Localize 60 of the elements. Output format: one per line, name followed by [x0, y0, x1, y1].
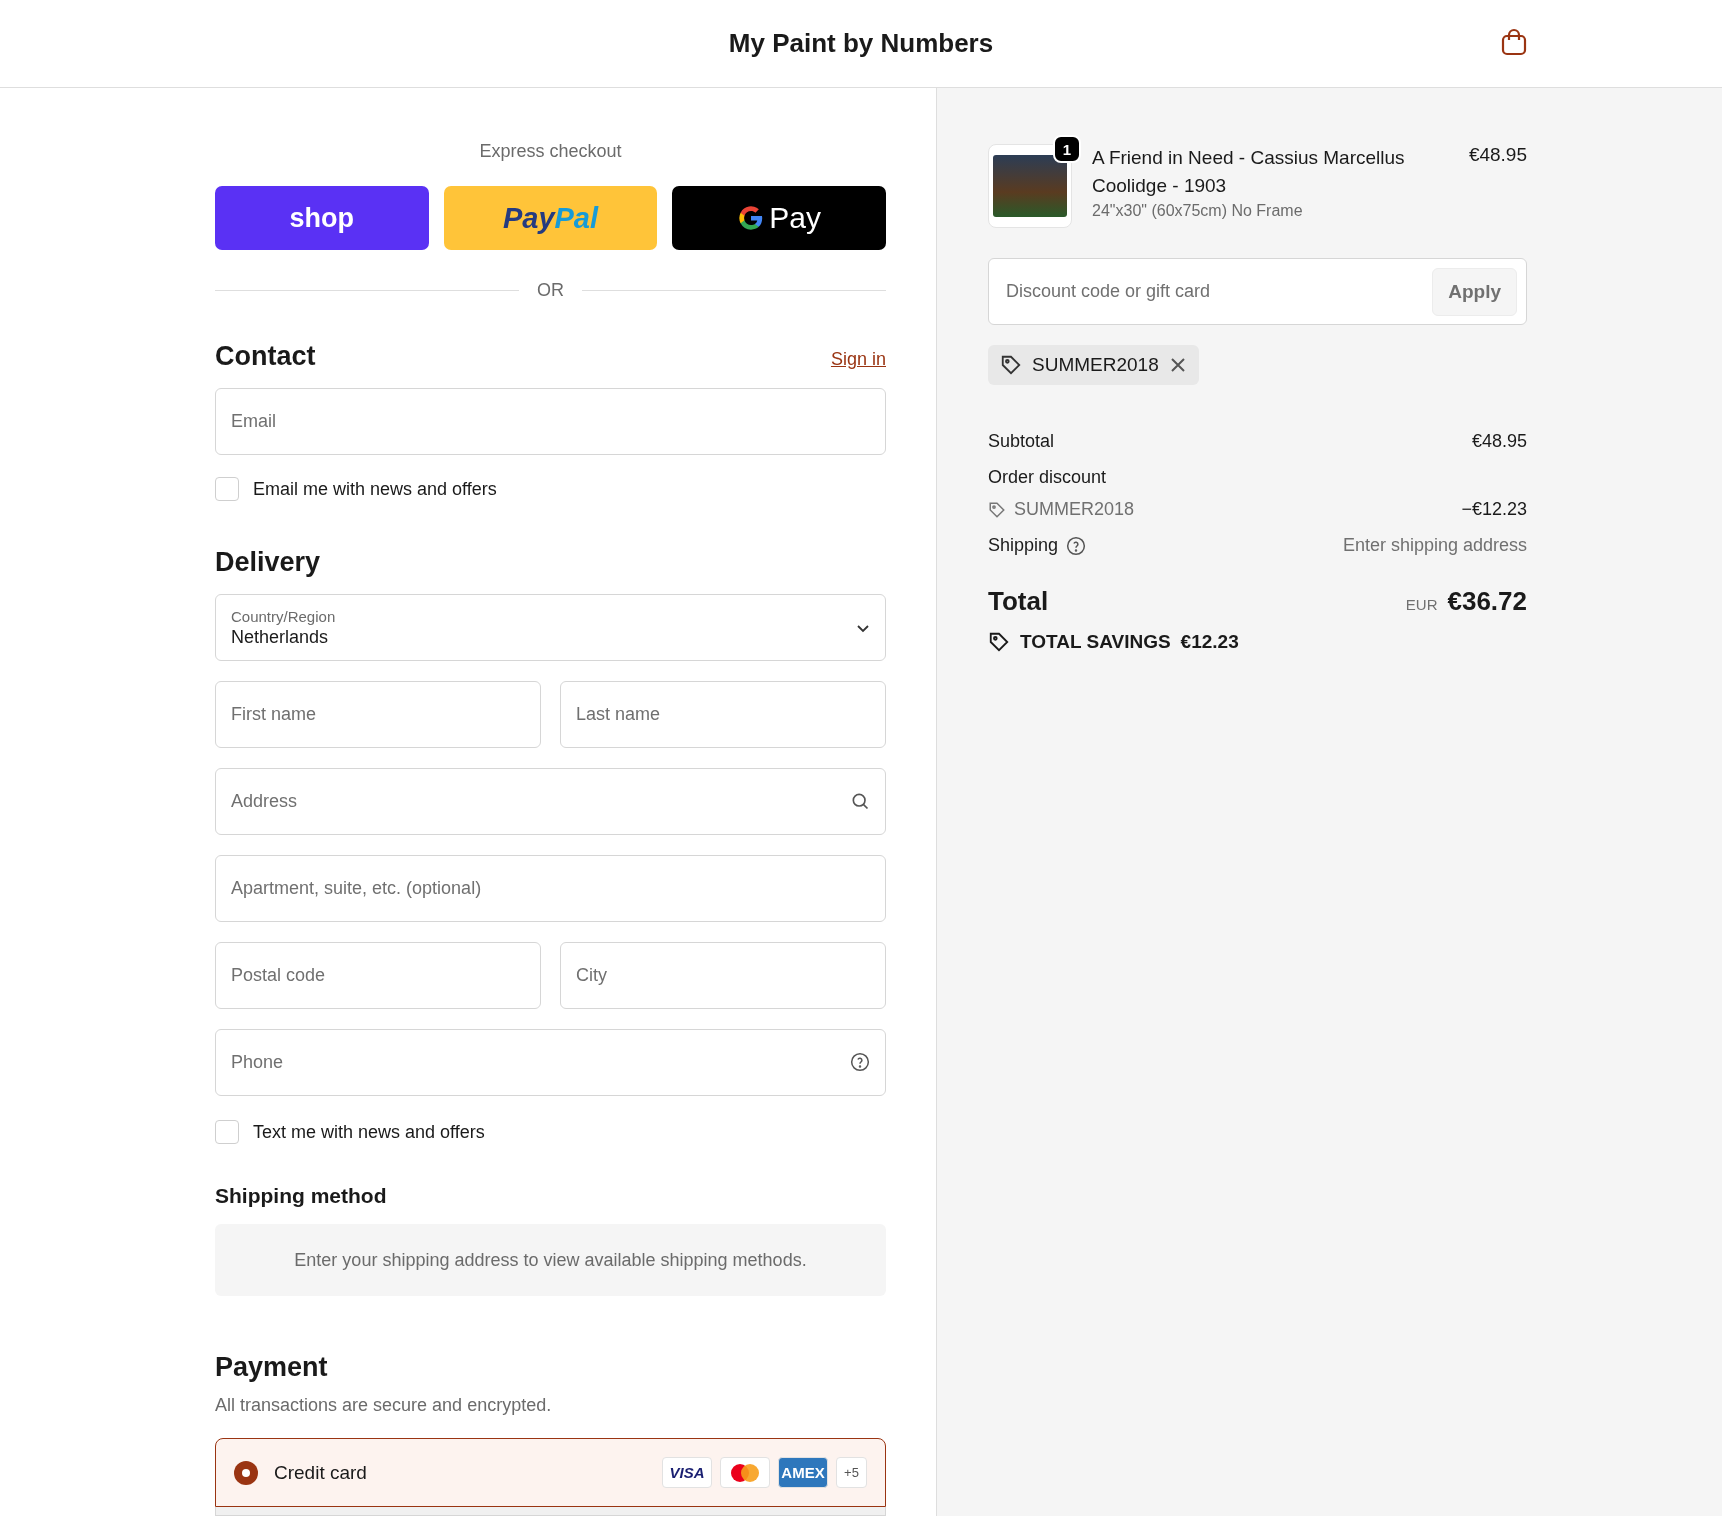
product-price: €48.95	[1468, 144, 1527, 166]
input-field[interactable]: First name	[215, 681, 541, 748]
express-checkout-heading: Express checkout	[478, 141, 623, 162]
shop-pay-button[interactable]: shop	[215, 186, 429, 250]
summary-label: Shipping	[988, 535, 1059, 556]
checkbox-label: Email me with news and offers	[253, 478, 497, 500]
summary-label: Subtotal	[988, 431, 1055, 452]
checkbox-label: Text me with news and offers	[253, 1121, 485, 1143]
paypal-button[interactable]: PayPal	[443, 186, 658, 250]
payment-method-option[interactable]: Credit card VISA AMEX +5	[215, 1438, 886, 1507]
tags-icon	[988, 631, 1010, 653]
or-divider: OR	[215, 280, 886, 301]
shopping-bag-icon[interactable]	[1501, 28, 1527, 56]
checkbox[interactable]	[215, 477, 239, 501]
more-cards-badge: +5	[836, 1457, 867, 1488]
mastercard-logo	[720, 1457, 770, 1488]
visa-logo: VISA	[662, 1457, 712, 1488]
payment-subtitle: All transactions are secure and encrypted.	[215, 1395, 553, 1416]
savings-value: €12.23	[1180, 631, 1239, 653]
product-variant: 24"x30" (60x75cm) No Frame	[1092, 202, 1304, 220]
shipping-notice: Enter your shipping address to view available shipping methods.	[215, 1224, 886, 1296]
quantity-badge: 1	[1053, 135, 1081, 163]
summary-value: −€12.23	[1461, 499, 1527, 520]
input-field[interactable]: Postal code	[215, 942, 541, 1009]
product-name: A Friend in Need - Cassius Marcellus Coolidge - 1903	[1092, 146, 1406, 198]
savings-label: TOTAL SAVINGS	[1020, 631, 1171, 653]
close-button[interactable]	[1168, 356, 1187, 374]
currency-code: EUR	[1405, 596, 1438, 613]
input-field[interactable]: Address	[215, 768, 886, 835]
summary-value: Enter shipping address	[1342, 535, 1527, 556]
checkbox[interactable]	[215, 1120, 239, 1144]
google-pay-button[interactable]: Pay	[672, 186, 886, 250]
summary-label: Order discount	[988, 467, 1107, 488]
summary-value: €48.95	[1471, 431, 1527, 452]
discount-code: SUMMER2018	[1032, 354, 1159, 376]
discount-field[interactable]: Discount code or gift card Apply	[988, 258, 1527, 325]
search-icon[interactable]	[850, 791, 870, 811]
help-icon[interactable]	[1066, 535, 1087, 556]
store-title: My Paint by Numbers	[728, 28, 994, 59]
input-field[interactable]: Last name	[560, 681, 886, 748]
sign-in-link[interactable]: Sign in	[830, 349, 886, 370]
tag-icon	[988, 500, 1006, 519]
tag-icon	[1000, 354, 1022, 376]
input-field[interactable]: Phone	[215, 1029, 886, 1096]
section-heading: Delivery	[215, 547, 321, 578]
discount-code: SUMMER2018	[1014, 499, 1135, 520]
total-label: Total	[988, 586, 1049, 617]
payment-method-label: Credit card	[274, 1461, 367, 1484]
input-field[interactable]: City	[560, 942, 886, 1009]
country-select[interactable]: Country/Region Netherlands	[215, 594, 886, 661]
apply-button[interactable]: Apply	[1432, 267, 1517, 316]
input-field[interactable]: Apartment, suite, etc. (optional)	[215, 855, 886, 922]
amex-logo: AMEX	[778, 1457, 828, 1488]
input-field[interactable]: Email	[215, 388, 886, 455]
section-heading: Payment	[215, 1352, 328, 1383]
help-icon[interactable]	[850, 1052, 870, 1072]
radio-button[interactable]	[234, 1460, 258, 1485]
section-heading: Contact	[215, 341, 316, 372]
section-heading: Shipping method	[215, 1184, 387, 1208]
total-value: €36.72	[1447, 586, 1527, 616]
